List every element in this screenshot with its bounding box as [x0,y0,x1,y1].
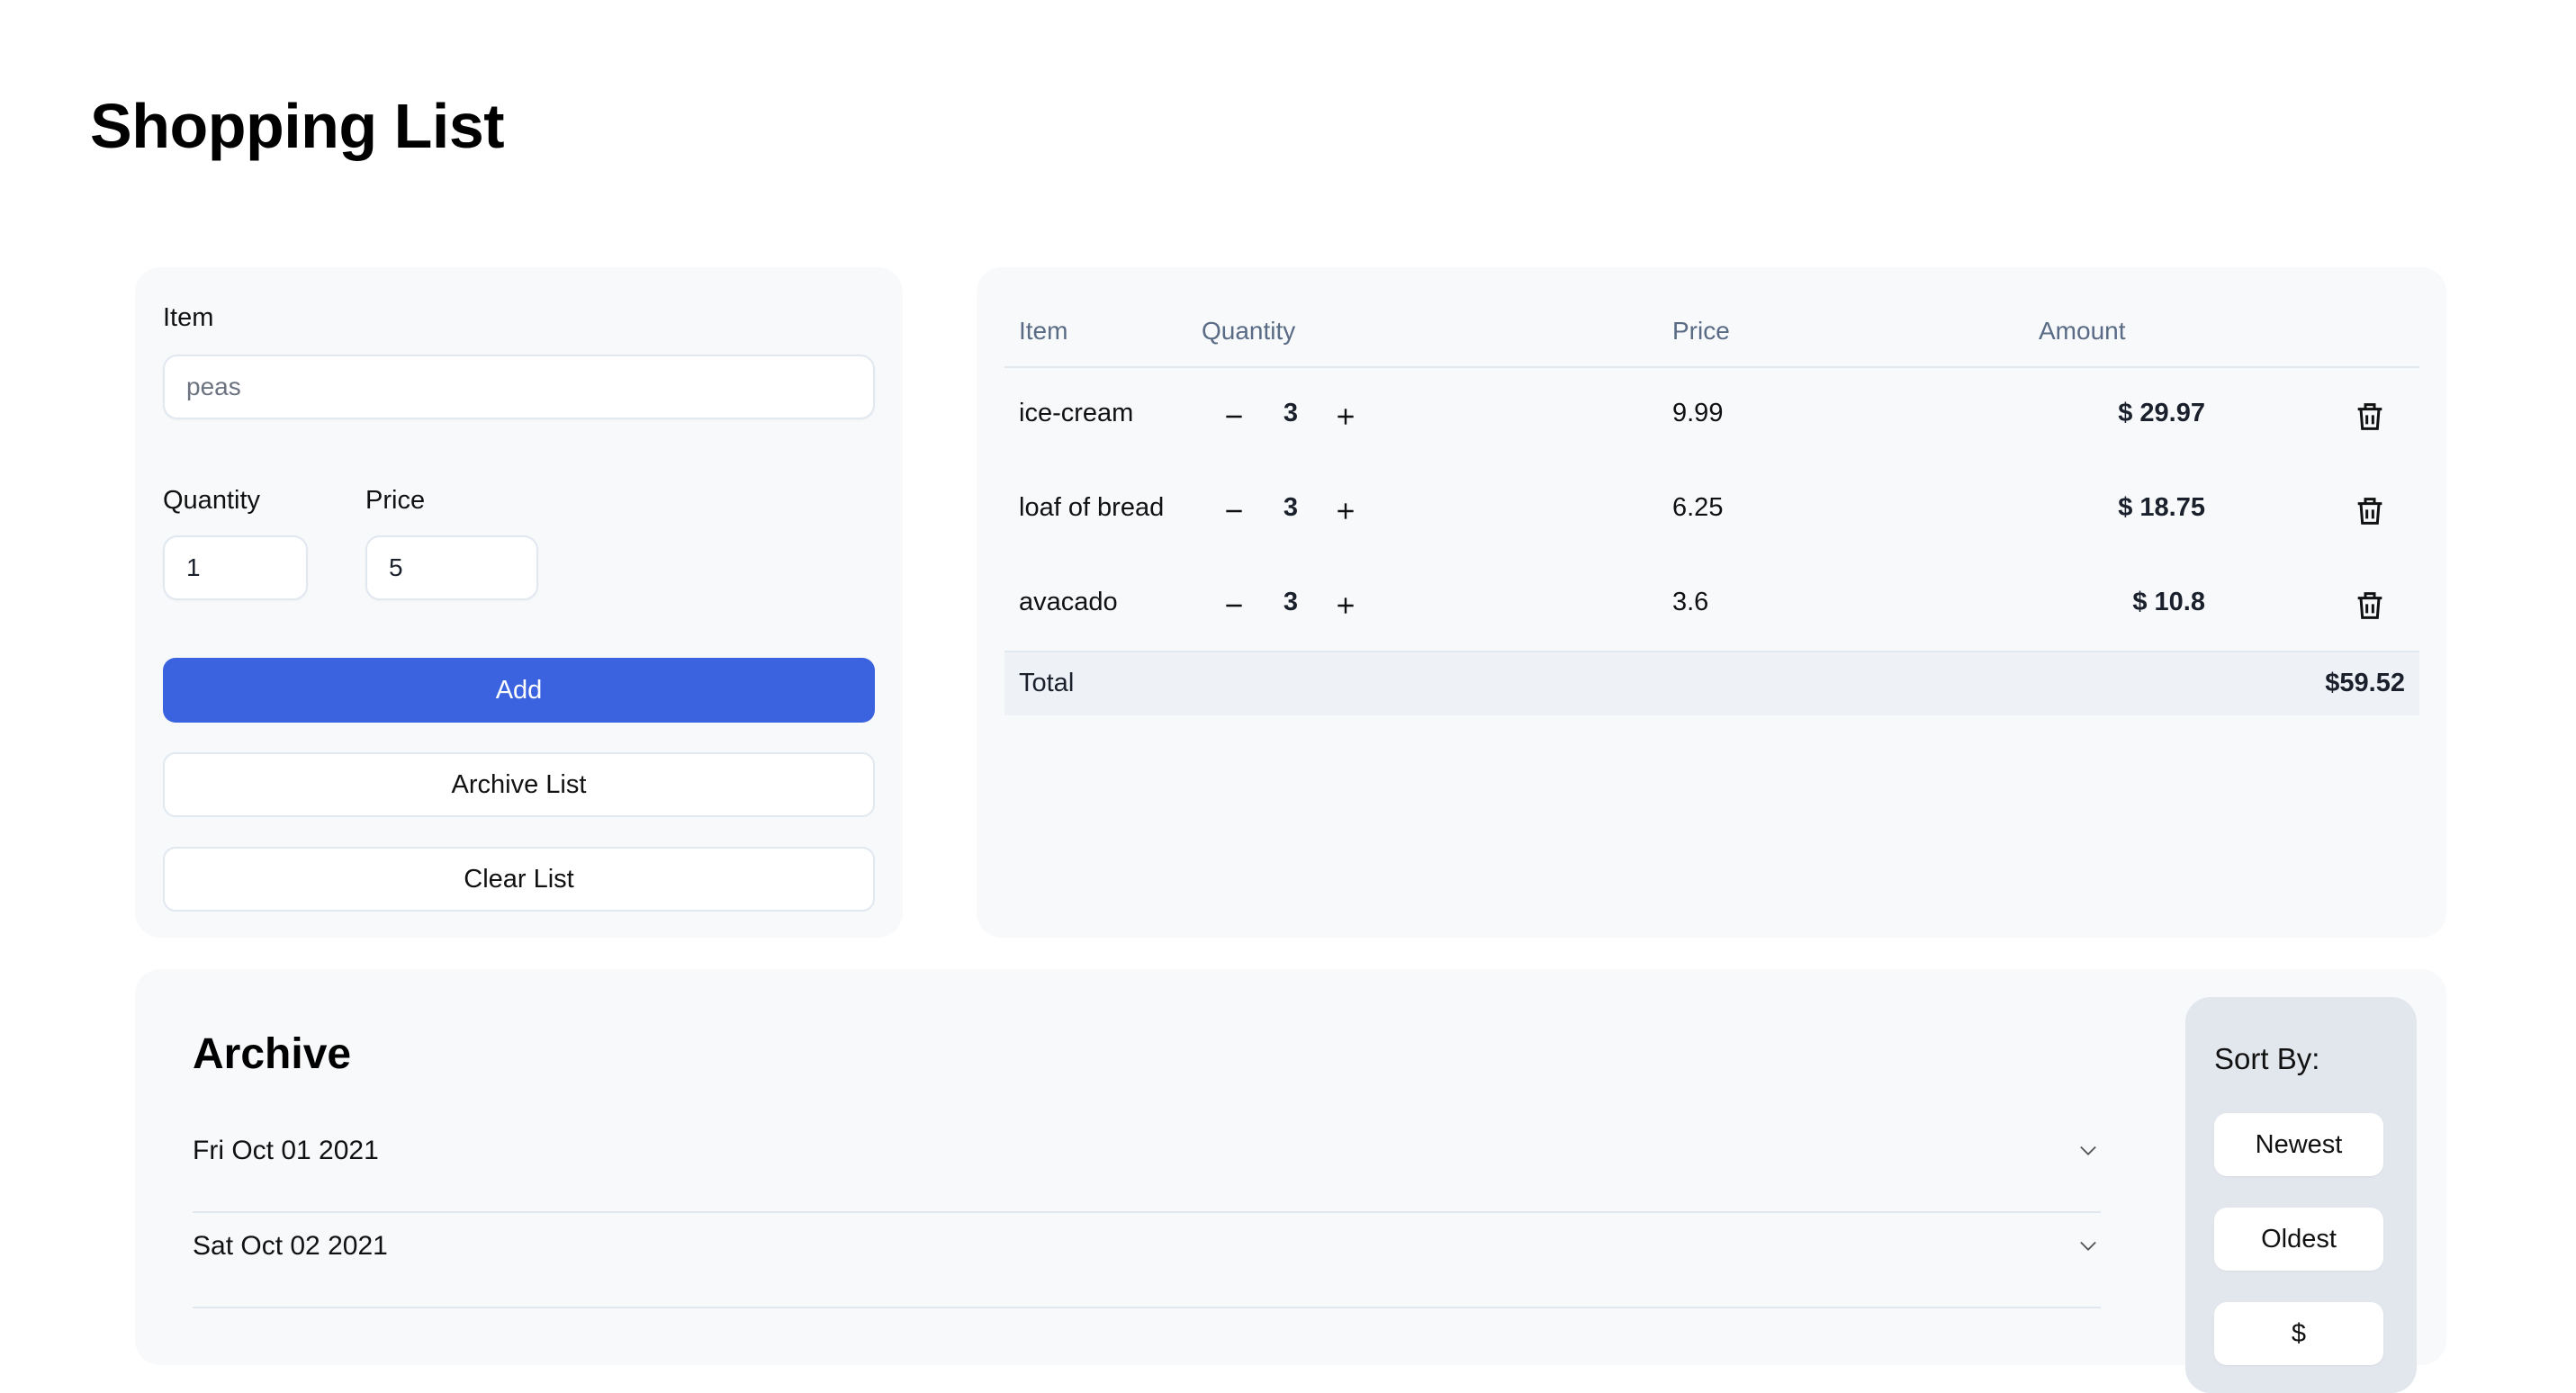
shopping-table: Item Quantity Price Amount ice-cream 3 9… [977,267,2446,938]
trash-icon [2357,498,2382,525]
item-input[interactable] [163,355,875,419]
archive-item-date: Sat Oct 02 2021 [193,1231,388,1261]
archive-list-button[interactable]: Archive List [163,752,875,817]
sort-oldest-button[interactable]: Oldest [2214,1208,2383,1271]
trash-icon [2357,592,2382,619]
row-amount: $ 10.8 [2132,588,2205,616]
archive-item-date: Fri Oct 01 2021 [193,1136,379,1165]
row-price: 6.25 [1672,493,1724,522]
archive-section: Archive Fri Oct 01 2021 Sat Oct 02 2021 … [135,969,2446,1393]
chevron-down-icon [2080,1241,2096,1251]
column-header-amount: Amount [2039,317,2126,345]
row-quantity: 3 [1283,588,1299,616]
price-input[interactable] [365,535,538,600]
plus-icon [1338,598,1354,614]
increase-quantity-button[interactable] [1328,399,1364,435]
item-label: Item [163,303,214,332]
trash-icon [2357,403,2382,430]
minus-icon [1226,604,1242,607]
archive-title: Archive [193,1030,352,1078]
plus-icon [1338,503,1354,519]
row-amount: $ 29.97 [2118,399,2205,427]
increase-quantity-button[interactable] [1328,588,1364,624]
minus-icon [1226,415,1242,418]
total-row: Total $59.52 [1004,652,2419,715]
divider [193,1307,2101,1308]
decrease-quantity-button[interactable] [1216,493,1252,529]
row-item-name: loaf of bread [1019,493,1165,522]
row-item-name: ice-cream [1019,399,1134,427]
header-divider [1004,366,2419,368]
price-label: Price [365,486,426,515]
quantity-input[interactable] [163,535,308,600]
column-header-quantity: Quantity [1202,317,1296,345]
archive-item[interactable]: Fri Oct 01 2021 [193,1118,2101,1213]
add-button[interactable]: Add [163,658,875,723]
total-label: Total [1019,669,1075,697]
decrease-quantity-button[interactable] [1216,399,1252,435]
column-header-item: Item [1019,317,1068,345]
delete-row-button[interactable] [2352,588,2388,624]
delete-row-button[interactable] [2352,493,2388,529]
row-quantity: 3 [1283,493,1299,522]
delete-row-button[interactable] [2352,399,2388,435]
row-price: 9.99 [1672,399,1724,427]
page-title: Shopping List [90,91,505,161]
minus-icon [1226,509,1242,513]
plus-icon [1338,409,1354,425]
quantity-label: Quantity [163,486,260,515]
row-quantity: 3 [1283,399,1299,427]
decrease-quantity-button[interactable] [1216,588,1252,624]
column-header-price: Price [1672,317,1730,345]
sort-newest-button[interactable]: Newest [2214,1113,2383,1176]
add-item-form: Item Quantity Price Add Archive List Cle… [135,267,903,938]
increase-quantity-button[interactable] [1328,493,1364,529]
row-amount: $ 18.75 [2118,493,2205,522]
chevron-down-icon [2080,1146,2096,1155]
clear-list-button[interactable]: Clear List [163,847,875,912]
sort-title: Sort By: [2214,1042,2320,1075]
row-price: 3.6 [1672,588,1709,616]
sort-price-button[interactable]: $ [2214,1302,2383,1365]
row-item-name: avacado [1019,588,1118,616]
total-value: $59.52 [2325,669,2405,697]
archive-item[interactable]: Sat Oct 02 2021 [193,1213,2101,1308]
sort-panel: Sort By: Newest Oldest $ [2185,997,2417,1393]
